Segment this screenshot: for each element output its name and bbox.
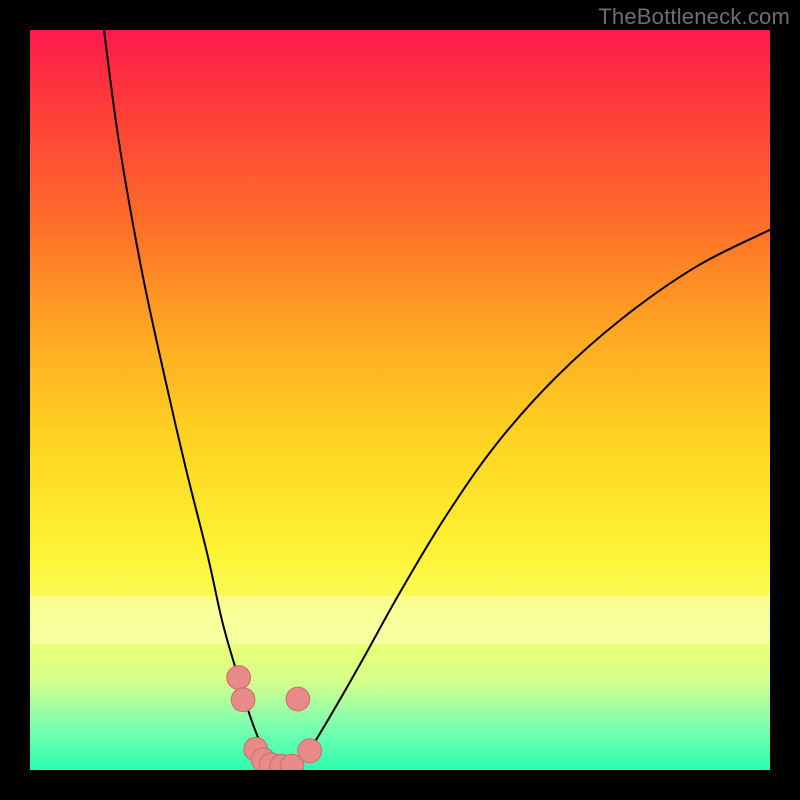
marker-layer: [227, 666, 322, 770]
outer-frame: TheBottleneck.com: [0, 0, 800, 800]
data-marker: [298, 739, 322, 763]
data-marker: [286, 687, 310, 711]
right-curve: [296, 230, 770, 770]
watermark-text: TheBottleneck.com: [598, 4, 790, 30]
data-marker: [227, 666, 251, 690]
curve-layer: [104, 30, 770, 770]
chart-svg: [30, 30, 770, 770]
plot-area: [30, 30, 770, 770]
data-marker: [231, 688, 255, 712]
left-curve: [104, 30, 278, 770]
